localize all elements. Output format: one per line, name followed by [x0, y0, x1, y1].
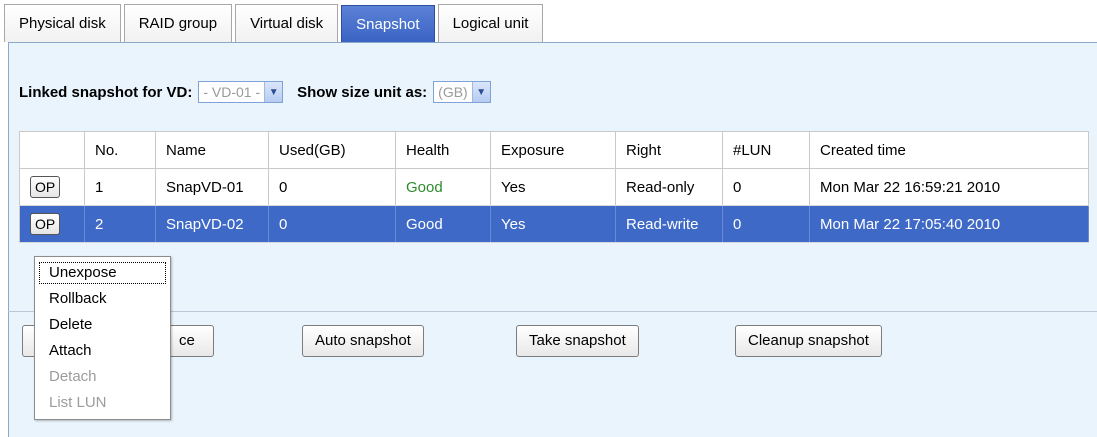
menu-item-list-lun: List LUN: [49, 394, 107, 411]
used-cell: 0: [268, 205, 396, 243]
tab-physical-disk[interactable]: Physical disk: [4, 4, 121, 42]
name-cell: SnapVD-02: [155, 205, 269, 243]
table-row[interactable]: OP 1 SnapVD-01 0 Good Yes Read-only 0 Mo…: [19, 168, 1089, 206]
health-cell: Good: [395, 168, 491, 206]
snapshot-panel: Linked snapshot for VD: - VD-01 - ▼ Show…: [8, 42, 1097, 437]
menu-item-unexpose[interactable]: Unexpose: [37, 260, 168, 286]
size-unit-label: Show size unit as:: [297, 83, 428, 101]
linked-vd-select[interactable]: - VD-01 - ▼: [198, 81, 284, 103]
chevron-down-icon[interactable]: ▼: [471, 82, 490, 102]
column-header-health: Health: [395, 131, 491, 169]
linked-vd-label: Linked snapshot for VD:: [19, 83, 193, 101]
op-cell: OP: [19, 205, 85, 243]
auto-snapshot-button[interactable]: Auto snapshot: [302, 325, 424, 357]
no-cell: 1: [84, 168, 156, 206]
tab-snapshot[interactable]: Snapshot: [341, 5, 435, 42]
created-time-cell: Mon Mar 22 17:05:40 2010: [809, 205, 1089, 243]
exposure-cell: Yes: [490, 168, 616, 206]
name-cell: SnapVD-01: [155, 168, 269, 206]
used-cell: 0: [268, 168, 396, 206]
menu-item-delete[interactable]: Delete: [35, 312, 170, 338]
column-header-no: No.: [84, 131, 156, 169]
column-header-name: Name: [155, 131, 269, 169]
menu-item-detach: Detach: [49, 368, 97, 385]
linked-vd-value: - VD-01 -: [203, 84, 261, 100]
tab-virtual-disk[interactable]: Virtual disk: [235, 4, 339, 42]
op-button[interactable]: OP: [30, 213, 61, 235]
lun-cell: 0: [722, 168, 810, 206]
chevron-down-icon[interactable]: ▼: [264, 82, 283, 102]
exposure-cell: Yes: [490, 205, 616, 243]
section-divider: [8, 311, 1097, 312]
size-unit-select[interactable]: (GB) ▼: [433, 81, 491, 103]
tab-raid-group[interactable]: RAID group: [123, 4, 233, 42]
tab-logical-unit[interactable]: Logical unit: [437, 4, 544, 42]
op-cell: OP: [19, 168, 85, 206]
size-unit-value: (GB): [438, 84, 468, 100]
snapshot-table: No. Name Used(GB) Health Exposure Right …: [19, 131, 1089, 243]
column-header-used: Used(GB): [268, 131, 396, 169]
right-cell: Read-only: [615, 168, 723, 206]
right-cell: Read-write: [615, 205, 723, 243]
table-header-row: No. Name Used(GB) Health Exposure Right …: [19, 131, 1089, 169]
filter-bar: Linked snapshot for VD: - VD-01 - ▼ Show…: [19, 81, 505, 103]
no-cell: 2: [84, 205, 156, 243]
take-snapshot-button[interactable]: Take snapshot: [516, 325, 639, 357]
menu-item-attach[interactable]: Attach: [35, 338, 170, 364]
table-row-selected[interactable]: OP 2 SnapVD-02 0 Good Yes Read-write 0 M…: [19, 205, 1089, 243]
tab-bar: Physical disk RAID group Virtual disk Sn…: [4, 4, 546, 42]
lun-cell: 0: [722, 205, 810, 243]
column-header-lun: #LUN: [722, 131, 810, 169]
column-header-op: [19, 131, 85, 169]
column-header-right: Right: [615, 131, 723, 169]
health-cell: Good: [395, 205, 491, 243]
op-context-menu: Unexpose Rollback Delete Attach Detach L…: [34, 256, 171, 420]
column-header-exposure: Exposure: [490, 131, 616, 169]
cleanup-snapshot-button[interactable]: Cleanup snapshot: [735, 325, 882, 357]
op-button[interactable]: OP: [30, 176, 61, 198]
created-time-cell: Mon Mar 22 16:59:21 2010: [809, 168, 1089, 206]
column-header-created-time: Created time: [809, 131, 1089, 169]
menu-item-rollback[interactable]: Rollback: [35, 286, 170, 312]
